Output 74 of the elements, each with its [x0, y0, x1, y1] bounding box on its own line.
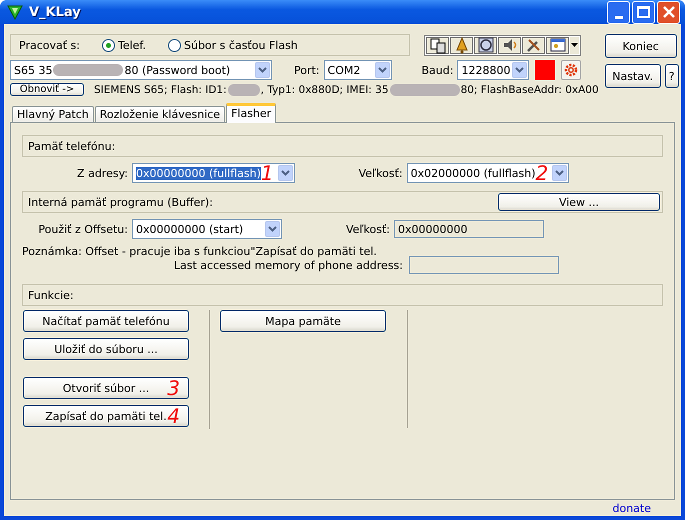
note-text: Poznámka: Offset - pracuje iba s funkciou"Zapísať do pamäti tel. [22, 245, 378, 258]
caret-icon [258, 67, 267, 73]
info-text: , Typ1: 0x880D; IMEI: 35 [260, 84, 389, 96]
redaction-mark [53, 64, 124, 76]
field-label: Z adresy: [76, 166, 128, 180]
window-title: V_KLay [29, 4, 82, 20]
redaction-mark [228, 84, 260, 96]
offset-dropdown[interactable]: 0x00000000 (start) [132, 219, 282, 239]
toolbar-button[interactable] [498, 36, 521, 54]
tab[interactable]: Hlavný Patch [12, 106, 94, 122]
annotation-number: 4 [167, 407, 180, 425]
dropdown-button[interactable] [512, 62, 528, 78]
minimize-icon [614, 16, 622, 18]
button[interactable]: Otvoriť súbor ... 3 [23, 377, 189, 399]
close-icon [662, 6, 674, 18]
baud-dropdown[interactable]: 1228800 [457, 60, 530, 80]
toolbar-button[interactable] [426, 36, 449, 54]
refresh-button[interactable]: Obnoviť -> [10, 83, 84, 96]
button[interactable]: Načítať pamäť telefónu [23, 310, 189, 332]
info-text: SIEMENS S65; Flash: ID1: [94, 84, 227, 96]
dropdown-button[interactable] [278, 165, 293, 181]
dropdown-button[interactable] [374, 62, 390, 78]
field-label: Veľkosť: [344, 222, 390, 236]
field-label: Veľkosť: [358, 166, 403, 180]
settings-button[interactable] [561, 60, 582, 80]
gear-icon [564, 63, 578, 77]
radio-button[interactable]: Súbor s časťou Flash [168, 38, 298, 52]
tab[interactable]: Flasher [226, 103, 276, 123]
redaction-mark [390, 84, 460, 96]
button[interactable]: View ... [498, 193, 660, 211]
toolbar-button[interactable] [450, 36, 473, 54]
caret-icon [515, 67, 524, 73]
info-text: S65 35 [14, 64, 52, 76]
caret-icon [555, 170, 564, 176]
button[interactable]: Uložiť do súboru ... [23, 338, 189, 360]
dropdown-button[interactable] [552, 165, 568, 181]
toolbar-button[interactable] [522, 36, 545, 54]
app-logo-icon [7, 4, 23, 20]
button[interactable]: Mapa pamäte [220, 310, 386, 332]
dropdown-button[interactable] [265, 221, 280, 237]
annotation-number: 1 [260, 164, 274, 182]
button[interactable]: Nastav. [604, 64, 661, 88]
address-field[interactable] [409, 256, 559, 274]
section-title: Interná pamäť programu (Buffer): [28, 196, 213, 208]
minimize-button[interactable] [607, 0, 630, 24]
radio-button[interactable]: Telef. [102, 38, 146, 52]
button[interactable]: ? [664, 64, 679, 88]
maximize-icon [637, 6, 650, 18]
toolbar-button[interactable] [474, 36, 497, 54]
port-dropdown[interactable]: COM2 [324, 60, 392, 80]
annotation-number: 2 [536, 164, 548, 182]
donate-link[interactable]: donate [612, 502, 651, 514]
device-dropdown[interactable]: S65 35 80 (Password boot) [10, 60, 272, 80]
field-label: Port: [294, 64, 320, 76]
field-label: Last accessed memory of phone address: [174, 258, 403, 272]
status-indicator [535, 60, 556, 80]
toolbar-button[interactable] [546, 36, 569, 54]
dropdown-button[interactable] [255, 62, 270, 78]
size-field[interactable]: 0x00000000 [394, 220, 544, 238]
field-label: Pracovať s: [19, 38, 80, 52]
tab[interactable]: Rozloženie klávesnice [94, 106, 226, 122]
field-label: Baud: [422, 64, 454, 76]
info-text: 80; FlashBaseAddr: 0xA00 [460, 84, 599, 96]
caret-icon [378, 67, 387, 73]
field-label: Použiť z Offsetu: [37, 222, 128, 236]
annotation-number: 3 [167, 379, 180, 397]
caret-icon [268, 226, 277, 232]
section-title: Funkcie: [28, 288, 74, 302]
info-text: 80 (Password boot) [124, 64, 230, 76]
close-button[interactable] [657, 0, 680, 24]
button[interactable]: Koniec [604, 34, 677, 58]
section-title: Pamäť telefónu: [28, 140, 116, 152]
maximize-button[interactable] [632, 0, 655, 24]
caret-icon [280, 170, 290, 176]
